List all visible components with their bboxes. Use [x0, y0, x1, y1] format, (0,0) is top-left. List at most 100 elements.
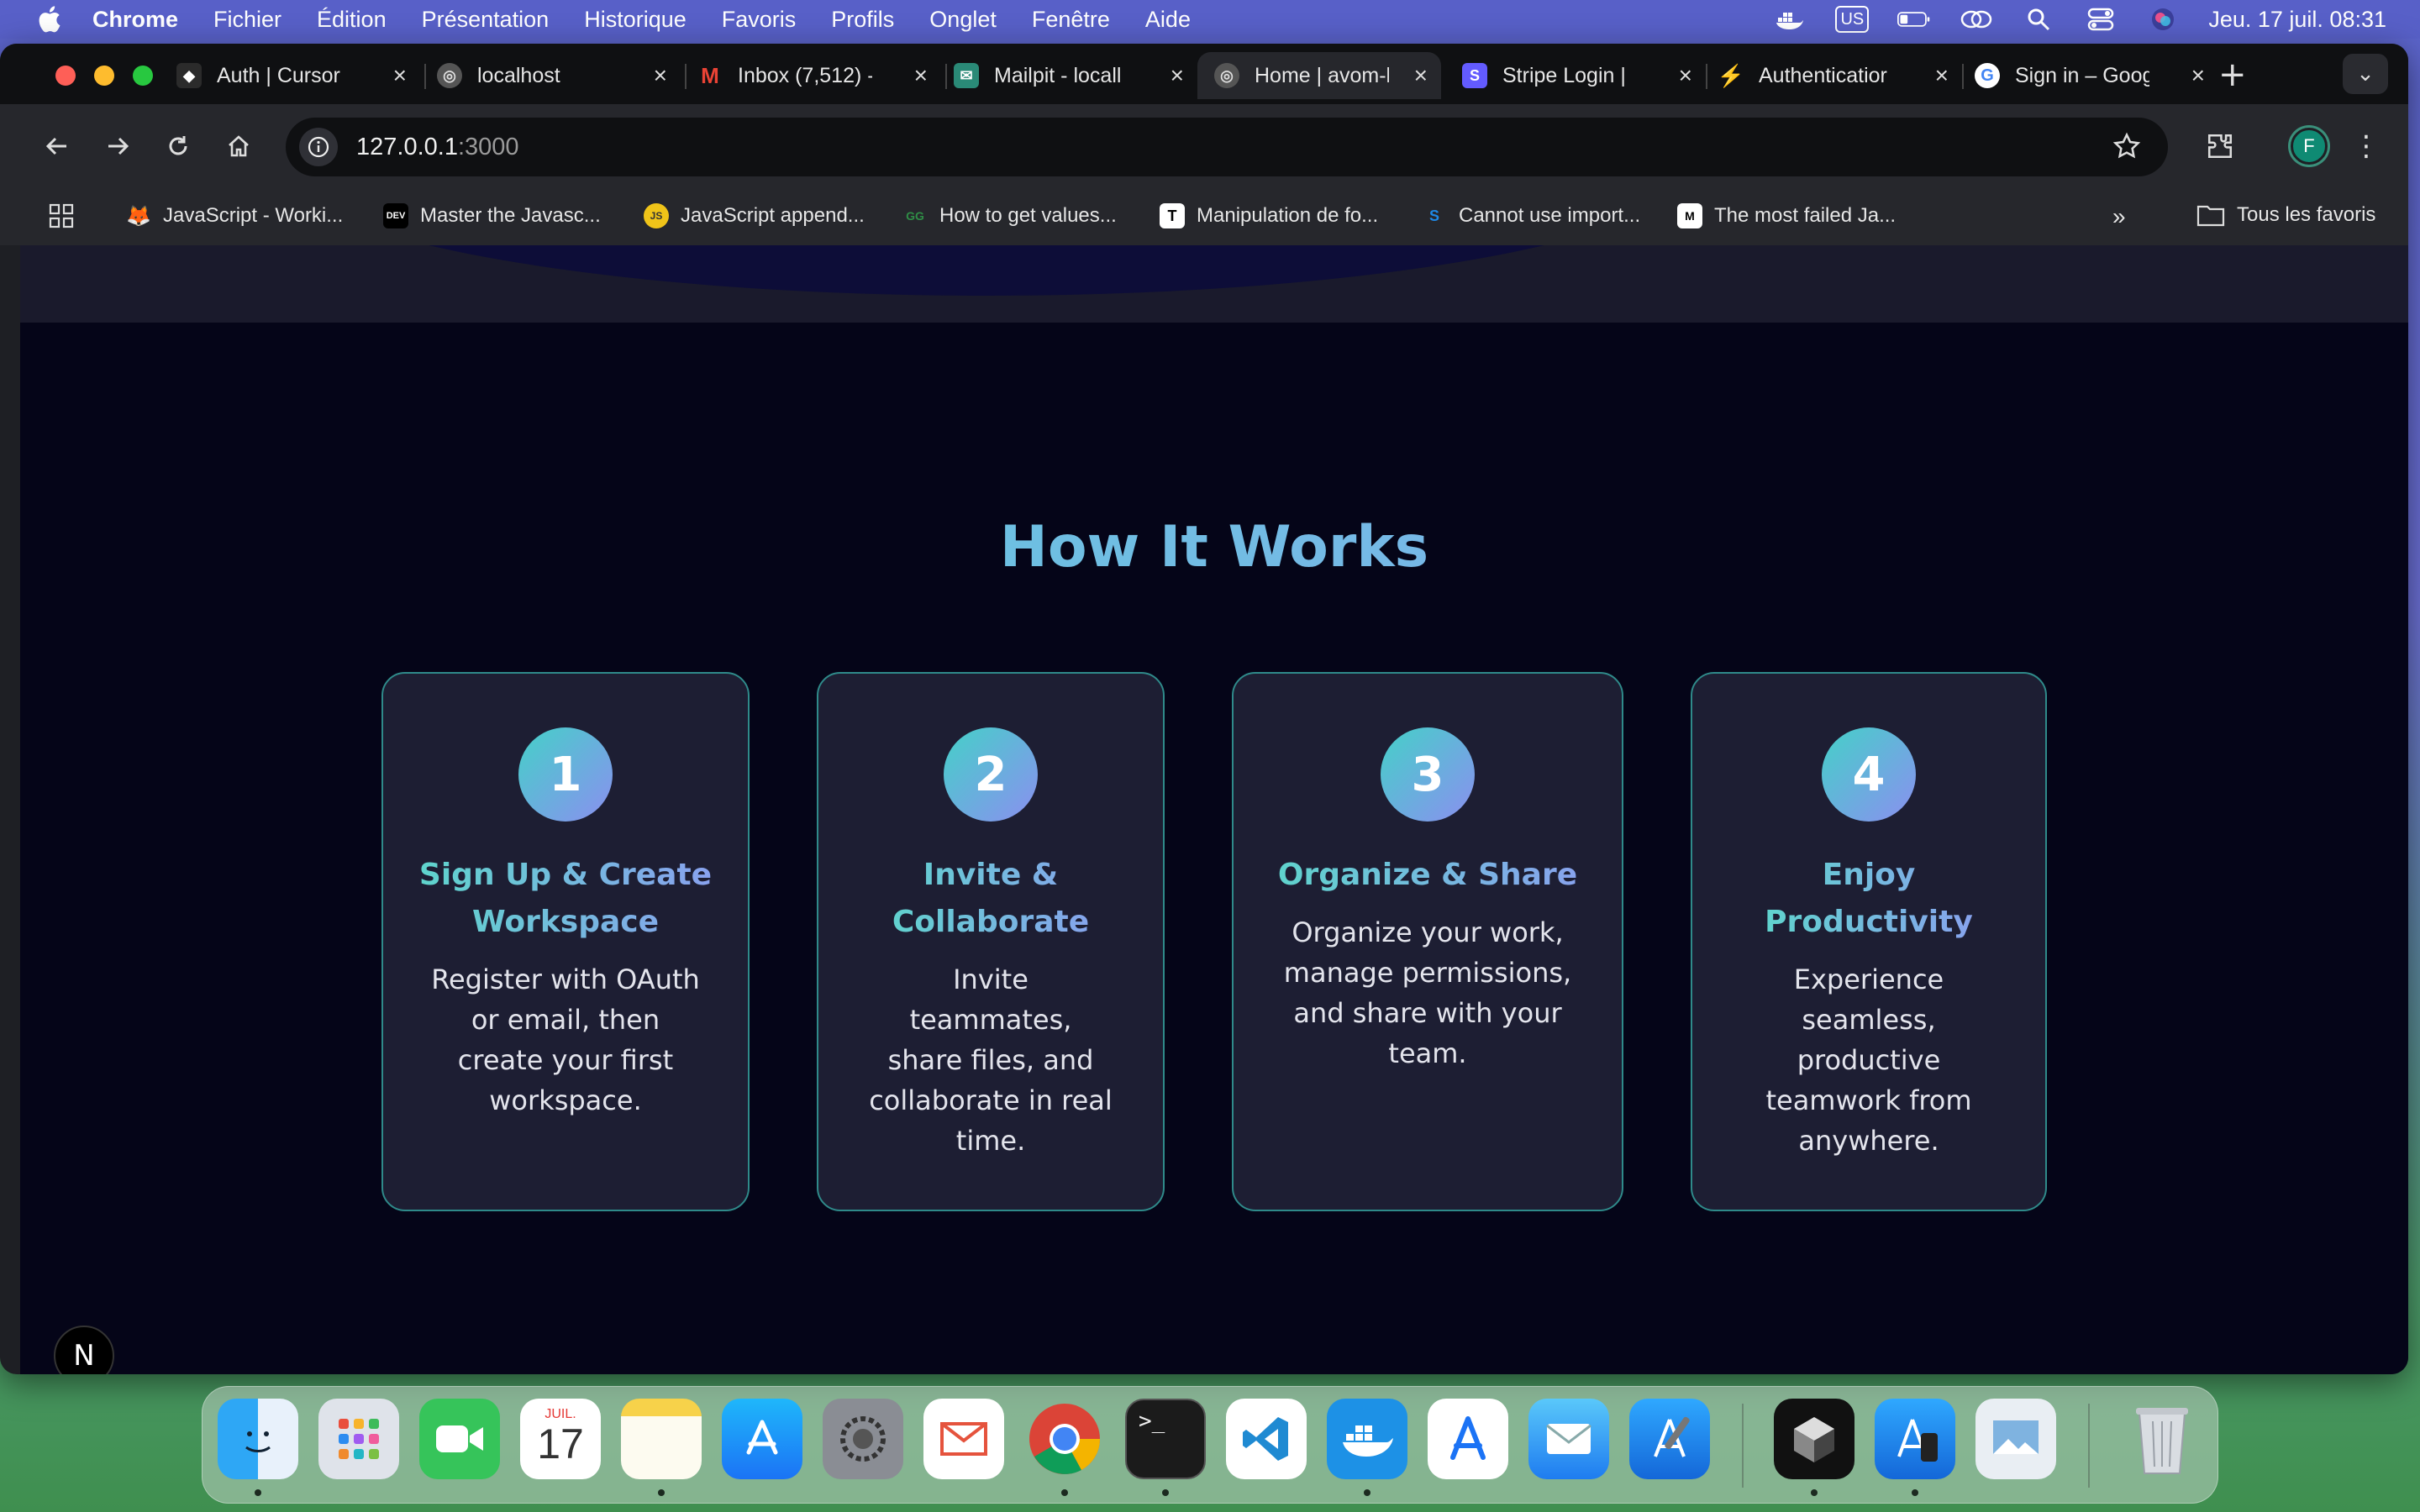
new-tab-button[interactable]: + [2218, 55, 2247, 94]
close-tab-icon[interactable]: × [1935, 62, 1949, 89]
close-tab-icon[interactable]: × [1414, 62, 1428, 89]
menu-app-name[interactable]: Chrome [92, 7, 178, 33]
tab-inbox[interactable]: M Inbox (7,512) - × [697, 52, 941, 99]
site-info-icon[interactable] [299, 128, 338, 166]
minimize-window-button[interactable] [94, 66, 114, 86]
browser-toolbar: 127.0.0.1:3000 F ⋮ [0, 104, 2408, 190]
preview-icon[interactable] [1975, 1399, 2056, 1479]
bookmark-item[interactable]: JS JavaScript append... [644, 203, 865, 228]
running-indicator [1162, 1489, 1169, 1496]
step-number-badge: 2 [944, 727, 1038, 822]
tab-home-active[interactable]: ◎ Home | avom-l × [1197, 52, 1441, 99]
menubar-clock[interactable]: Jeu. 17 juil. 08:31 [2208, 7, 2386, 33]
apple-menu-icon[interactable] [34, 3, 67, 36]
nextjs-dev-indicator[interactable]: N [54, 1326, 114, 1374]
chrome-icon[interactable] [1024, 1399, 1105, 1479]
launchpad-icon[interactable] [318, 1399, 399, 1479]
forward-button[interactable] [96, 124, 139, 168]
bookmark-label: Cannot use import... [1459, 204, 1641, 227]
tab-google-signin[interactable]: G Sign in – Goog × [1975, 52, 2218, 99]
tab-stripe[interactable]: S Stripe Login | × [1462, 52, 1706, 99]
screen-mirroring-icon[interactable] [1960, 6, 1993, 33]
tab-mailpit[interactable]: ✉ Mailpit - locall × [954, 52, 1197, 99]
step-card-4: 4 Enjoy Productivity Experience seamless… [1691, 672, 2047, 1211]
mail-icon[interactable] [1528, 1399, 1609, 1479]
spotlight-search-icon[interactable] [2022, 6, 2055, 33]
close-tab-icon[interactable]: × [914, 62, 928, 89]
close-tab-icon[interactable]: × [2191, 62, 2205, 89]
close-window-button[interactable] [55, 66, 76, 86]
section-title: How It Works [20, 514, 2408, 580]
home-button[interactable] [217, 124, 260, 168]
instruments-icon[interactable] [1428, 1399, 1508, 1479]
tab-label: localhost [477, 63, 560, 87]
keyboard-layout-badge[interactable]: US [1835, 6, 1870, 33]
menu-aide[interactable]: Aide [1145, 7, 1191, 33]
close-tab-icon[interactable]: × [1171, 62, 1184, 89]
dock-separator [1742, 1404, 1744, 1488]
address-bar[interactable]: 127.0.0.1:3000 [286, 118, 2168, 176]
tab-authentication[interactable]: ⚡ Authenticatior × [1718, 52, 1962, 99]
finder-icon[interactable] [218, 1399, 298, 1479]
menu-fichier[interactable]: Fichier [213, 7, 281, 33]
menu-presentation[interactable]: Présentation [422, 7, 550, 33]
facetime-icon[interactable] [419, 1399, 500, 1479]
all-bookmarks-folder[interactable]: Tous les favoris [2196, 203, 2375, 227]
close-tab-icon[interactable]: × [1679, 62, 1692, 89]
simulator-icon[interactable] [1875, 1399, 1955, 1479]
chrome-menu-button[interactable]: ⋮ [2349, 123, 2383, 170]
bookmark-item[interactable]: 🦊 JavaScript - Worki... [126, 203, 343, 228]
docker-icon[interactable] [1327, 1399, 1407, 1479]
menu-favoris[interactable]: Favoris [722, 7, 797, 33]
system-settings-icon[interactable] [823, 1399, 903, 1479]
tab-localhost[interactable]: ◎ localhost × [437, 52, 681, 99]
medium-icon: M [1677, 203, 1702, 228]
menu-onglet[interactable]: Onglet [929, 7, 997, 33]
cursor-icon[interactable] [1774, 1399, 1854, 1479]
tab-search-button[interactable]: ⌄ [2343, 54, 2388, 94]
battery-icon[interactable] [1897, 6, 1931, 33]
browser-window: ◆ Auth | Cursor × ◎ localhost × M Inbox … [0, 44, 2408, 1374]
trash-icon[interactable] [2122, 1399, 2202, 1479]
calendar-icon[interactable]: JUIL. 17 [520, 1399, 601, 1479]
close-tab-icon[interactable]: × [393, 62, 407, 89]
menu-profils[interactable]: Profils [831, 7, 894, 33]
hero-decoration [272, 245, 1701, 296]
profile-button[interactable]: F [2286, 123, 2333, 170]
url-host: 127.0.0.1 [356, 133, 458, 160]
reload-button[interactable] [156, 124, 200, 168]
running-indicator [1811, 1489, 1818, 1496]
vscode-icon[interactable] [1226, 1399, 1307, 1479]
close-tab-icon[interactable]: × [654, 62, 667, 89]
home-icon [229, 135, 249, 157]
apps-grid-button[interactable] [49, 203, 74, 228]
tab-separator [1706, 64, 1707, 89]
bookmark-item[interactable]: T Manipulation de fo... [1160, 203, 1378, 228]
bookmark-item[interactable]: DEV Master the Javasc... [383, 203, 601, 228]
js-icon: JS [644, 203, 669, 228]
avatar: F [2291, 128, 2328, 165]
menu-fenetre[interactable]: Fenêtre [1032, 7, 1110, 33]
menu-edition[interactable]: Édition [317, 7, 387, 33]
bookmark-item[interactable]: GG How to get values... [902, 203, 1117, 228]
zoom-window-button[interactable] [133, 66, 153, 86]
back-button[interactable] [35, 124, 79, 168]
bookmark-item[interactable]: S Cannot use import... [1422, 203, 1640, 228]
bookmark-item[interactable]: M The most failed Ja... [1677, 203, 1896, 228]
siri-icon[interactable] [2146, 6, 2180, 33]
dock-separator [2088, 1404, 2090, 1488]
xcode-icon[interactable] [1629, 1399, 1710, 1479]
more-bookmarks-button[interactable]: » [2112, 203, 2126, 230]
app-store-icon[interactable] [722, 1399, 802, 1479]
extensions-button[interactable] [2196, 123, 2244, 170]
step-number-badge: 3 [1381, 727, 1475, 822]
menu-historique[interactable]: Historique [584, 7, 687, 33]
tab-auth-cursor[interactable]: ◆ Auth | Cursor × [176, 52, 420, 99]
docker-status-icon[interactable] [1773, 6, 1807, 33]
control-center-icon[interactable] [2084, 6, 2118, 33]
bookmark-star-icon[interactable] [2112, 132, 2141, 167]
airmail-icon[interactable] [923, 1399, 1004, 1479]
notes-icon[interactable] [621, 1399, 702, 1479]
terminal-icon[interactable]: >_ [1125, 1399, 1206, 1479]
step-description: Organize your work, manage permissions, … [1283, 916, 1572, 1069]
